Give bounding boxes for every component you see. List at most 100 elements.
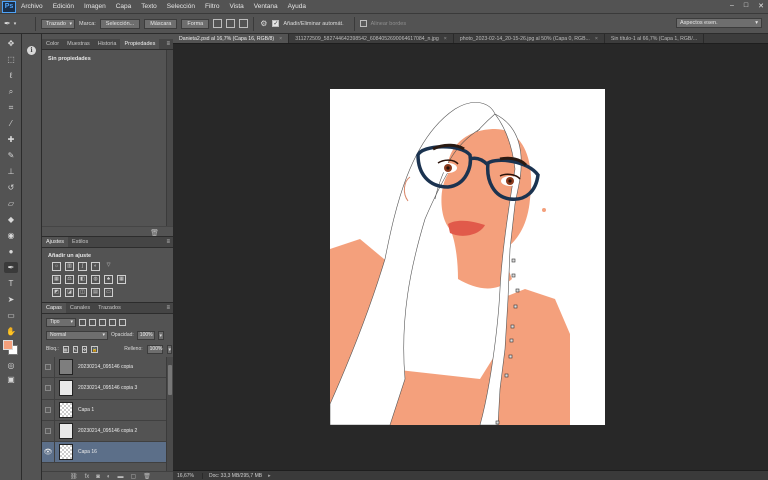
clone-stamp-tool-icon[interactable]: ⊥ <box>4 166 18 177</box>
filter-pixel-icon[interactable] <box>79 318 86 326</box>
tab-properties[interactable]: Propiedades <box>120 39 160 49</box>
menu-imagen[interactable]: Imagen <box>79 3 111 10</box>
selective-color-icon[interactable]: ▤ <box>91 288 100 297</box>
balance-icon[interactable]: ⚖ <box>65 275 74 284</box>
shape-button[interactable]: Forma <box>181 18 210 29</box>
tab-adjustments[interactable]: Ajustes <box>42 237 69 247</box>
paint-bucket-tool-icon[interactable]: ◆ <box>4 214 18 225</box>
path-selection-tool-icon[interactable]: ➤ <box>4 294 18 305</box>
properties-scrollbar[interactable] <box>166 50 173 226</box>
auto-add-delete-checkbox[interactable]: ✓ <box>272 20 280 27</box>
panel-menu-icon[interactable]: ≡ <box>166 41 170 47</box>
lock-pixels-icon[interactable]: ✎ <box>72 345 78 353</box>
zoom-level[interactable]: 16,67% <box>173 472 203 479</box>
visibility-toggle[interactable] <box>42 357 55 378</box>
mask-icon[interactable]: ◙ <box>96 474 100 480</box>
tab-history[interactable]: Historia <box>94 39 121 49</box>
invert-icon[interactable]: ◩ <box>52 288 61 297</box>
link-icon[interactable]: ⛓ <box>70 473 78 480</box>
selection-button[interactable]: Selección... <box>99 18 141 29</box>
tab-layers[interactable]: Capas <box>42 303 66 313</box>
doc-tab-active[interactable]: Danieta2.psd al 16,7% (Capa 16, RGB/8) × <box>173 34 290 43</box>
dodge-tool-icon[interactable]: ● <box>4 246 18 257</box>
crop-tool-icon[interactable]: ⌗ <box>4 102 18 113</box>
doc-tab[interactable]: photo_2023-02-14_20-15-26.jpg al 50% (Ca… <box>454 34 605 43</box>
status-menu-arrow-icon[interactable]: ▸ <box>268 473 271 479</box>
info-icon[interactable]: i <box>27 46 36 55</box>
menu-texto[interactable]: Texto <box>136 3 162 10</box>
filter-smart-icon[interactable] <box>119 318 126 326</box>
doc-tab[interactable]: 311272509_582744642398542_60840526900646… <box>289 34 454 43</box>
scrollbar-thumb[interactable] <box>168 365 172 395</box>
layer-row[interactable]: 20230214_095146 copia 3 <box>42 377 166 400</box>
menu-archivo[interactable]: Archivo <box>16 3 48 10</box>
layer-filter-select[interactable]: Tipo <box>46 317 76 327</box>
gear-icon[interactable]: ⚙ <box>260 19 267 28</box>
tab-swatches[interactable]: Muestras <box>63 39 94 49</box>
black-white-icon[interactable]: ◧ <box>78 275 87 284</box>
doc-tab[interactable]: Sin título-1 al 66,7% (Capa 1, RGB/... <box>605 34 705 43</box>
menu-capa[interactable]: Capa <box>111 3 137 10</box>
fill-slider-button[interactable]: ▾ <box>167 344 172 354</box>
tab-paths[interactable]: Trazados <box>94 303 125 313</box>
opacity-input[interactable]: 100% <box>136 330 155 340</box>
layers-scrollbar[interactable] <box>166 357 173 471</box>
fx-icon[interactable]: fx <box>85 474 90 480</box>
hand-tool-icon[interactable]: ✋ <box>4 326 18 337</box>
photo-filter-icon[interactable]: ◍ <box>91 275 100 284</box>
layer-row[interactable]: Capa 1 <box>42 399 166 421</box>
tab-channels[interactable]: Canales <box>66 303 94 313</box>
menu-seleccion[interactable]: Selección <box>162 3 200 10</box>
layer-row[interactable]: 20230214_095146 copia 2 <box>42 420 166 443</box>
filter-type-icon[interactable] <box>99 318 106 326</box>
minimize-button[interactable]: – <box>730 2 734 10</box>
menu-vista[interactable]: Vista <box>224 3 248 10</box>
levels-icon[interactable]: ▥ <box>65 262 74 271</box>
close-icon[interactable]: × <box>279 36 282 42</box>
opacity-slider-button[interactable]: ▾ <box>157 330 164 340</box>
close-button[interactable]: ✕ <box>758 2 764 10</box>
folder-icon[interactable]: ▬ <box>118 474 124 480</box>
curves-icon[interactable]: ∫ <box>78 262 87 271</box>
posterize-icon[interactable]: ◪ <box>65 288 74 297</box>
path-alignment-icon[interactable] <box>226 19 236 28</box>
pen-mode-select[interactable]: Trazado <box>41 18 75 29</box>
canvas-area[interactable] <box>173 44 768 470</box>
visibility-toggle[interactable] <box>42 399 55 421</box>
gradient-map-triangle-icon[interactable]: ▽ <box>104 262 113 271</box>
workspace-select[interactable]: Aspectos esen. <box>676 18 762 28</box>
move-tool-icon[interactable]: ✥ <box>4 38 18 49</box>
marquee-tool-icon[interactable]: ⬚ <box>4 54 18 65</box>
panel-menu-icon[interactable]: ≡ <box>166 305 170 311</box>
panel-menu-icon[interactable]: ≡ <box>166 239 170 245</box>
mask-button[interactable]: Máscara <box>144 18 178 29</box>
channel-mixer-icon[interactable]: ♣ <box>104 275 113 284</box>
visibility-toggle[interactable] <box>42 377 55 399</box>
path-operations-icon[interactable] <box>213 19 223 28</box>
healing-brush-tool-icon[interactable]: ✚ <box>4 134 18 145</box>
maximize-button[interactable]: □ <box>744 2 748 10</box>
menu-edicion[interactable]: Edición <box>48 3 79 10</box>
threshold-icon[interactable]: ◫ <box>78 288 87 297</box>
pen-tool-icon[interactable]: ✒ <box>4 262 18 273</box>
gradient-map-icon[interactable]: ▭ <box>104 288 113 297</box>
tab-styles[interactable]: Estilos <box>68 237 92 247</box>
exposure-icon[interactable]: ◐ <box>91 262 100 271</box>
lasso-tool-icon[interactable]: ℓ <box>4 70 18 81</box>
filter-shape-icon[interactable] <box>109 318 116 326</box>
blur-tool-icon[interactable]: ◉ <box>4 230 18 241</box>
new-layer-icon[interactable]: ▢ <box>131 473 137 480</box>
filter-adjustment-icon[interactable] <box>89 318 96 326</box>
type-tool-icon[interactable]: T <box>4 278 18 289</box>
lock-transparent-icon[interactable]: ▦ <box>62 345 69 353</box>
adjustment-icon[interactable]: ◐ <box>107 474 111 480</box>
align-edges-checkbox[interactable]: ✓ <box>359 20 367 27</box>
close-icon[interactable]: × <box>444 36 447 42</box>
visibility-toggle[interactable] <box>42 420 55 442</box>
blend-mode-select[interactable]: Normal <box>46 330 108 340</box>
close-icon[interactable]: × <box>595 36 598 42</box>
layer-row-selected[interactable]: 👁 Capa 16 <box>42 441 166 464</box>
quick-selection-tool-icon[interactable]: ⌕ <box>4 86 18 97</box>
trash-icon[interactable]: 🗑 <box>143 473 151 480</box>
vibrance-icon[interactable]: ▦ <box>52 275 61 284</box>
